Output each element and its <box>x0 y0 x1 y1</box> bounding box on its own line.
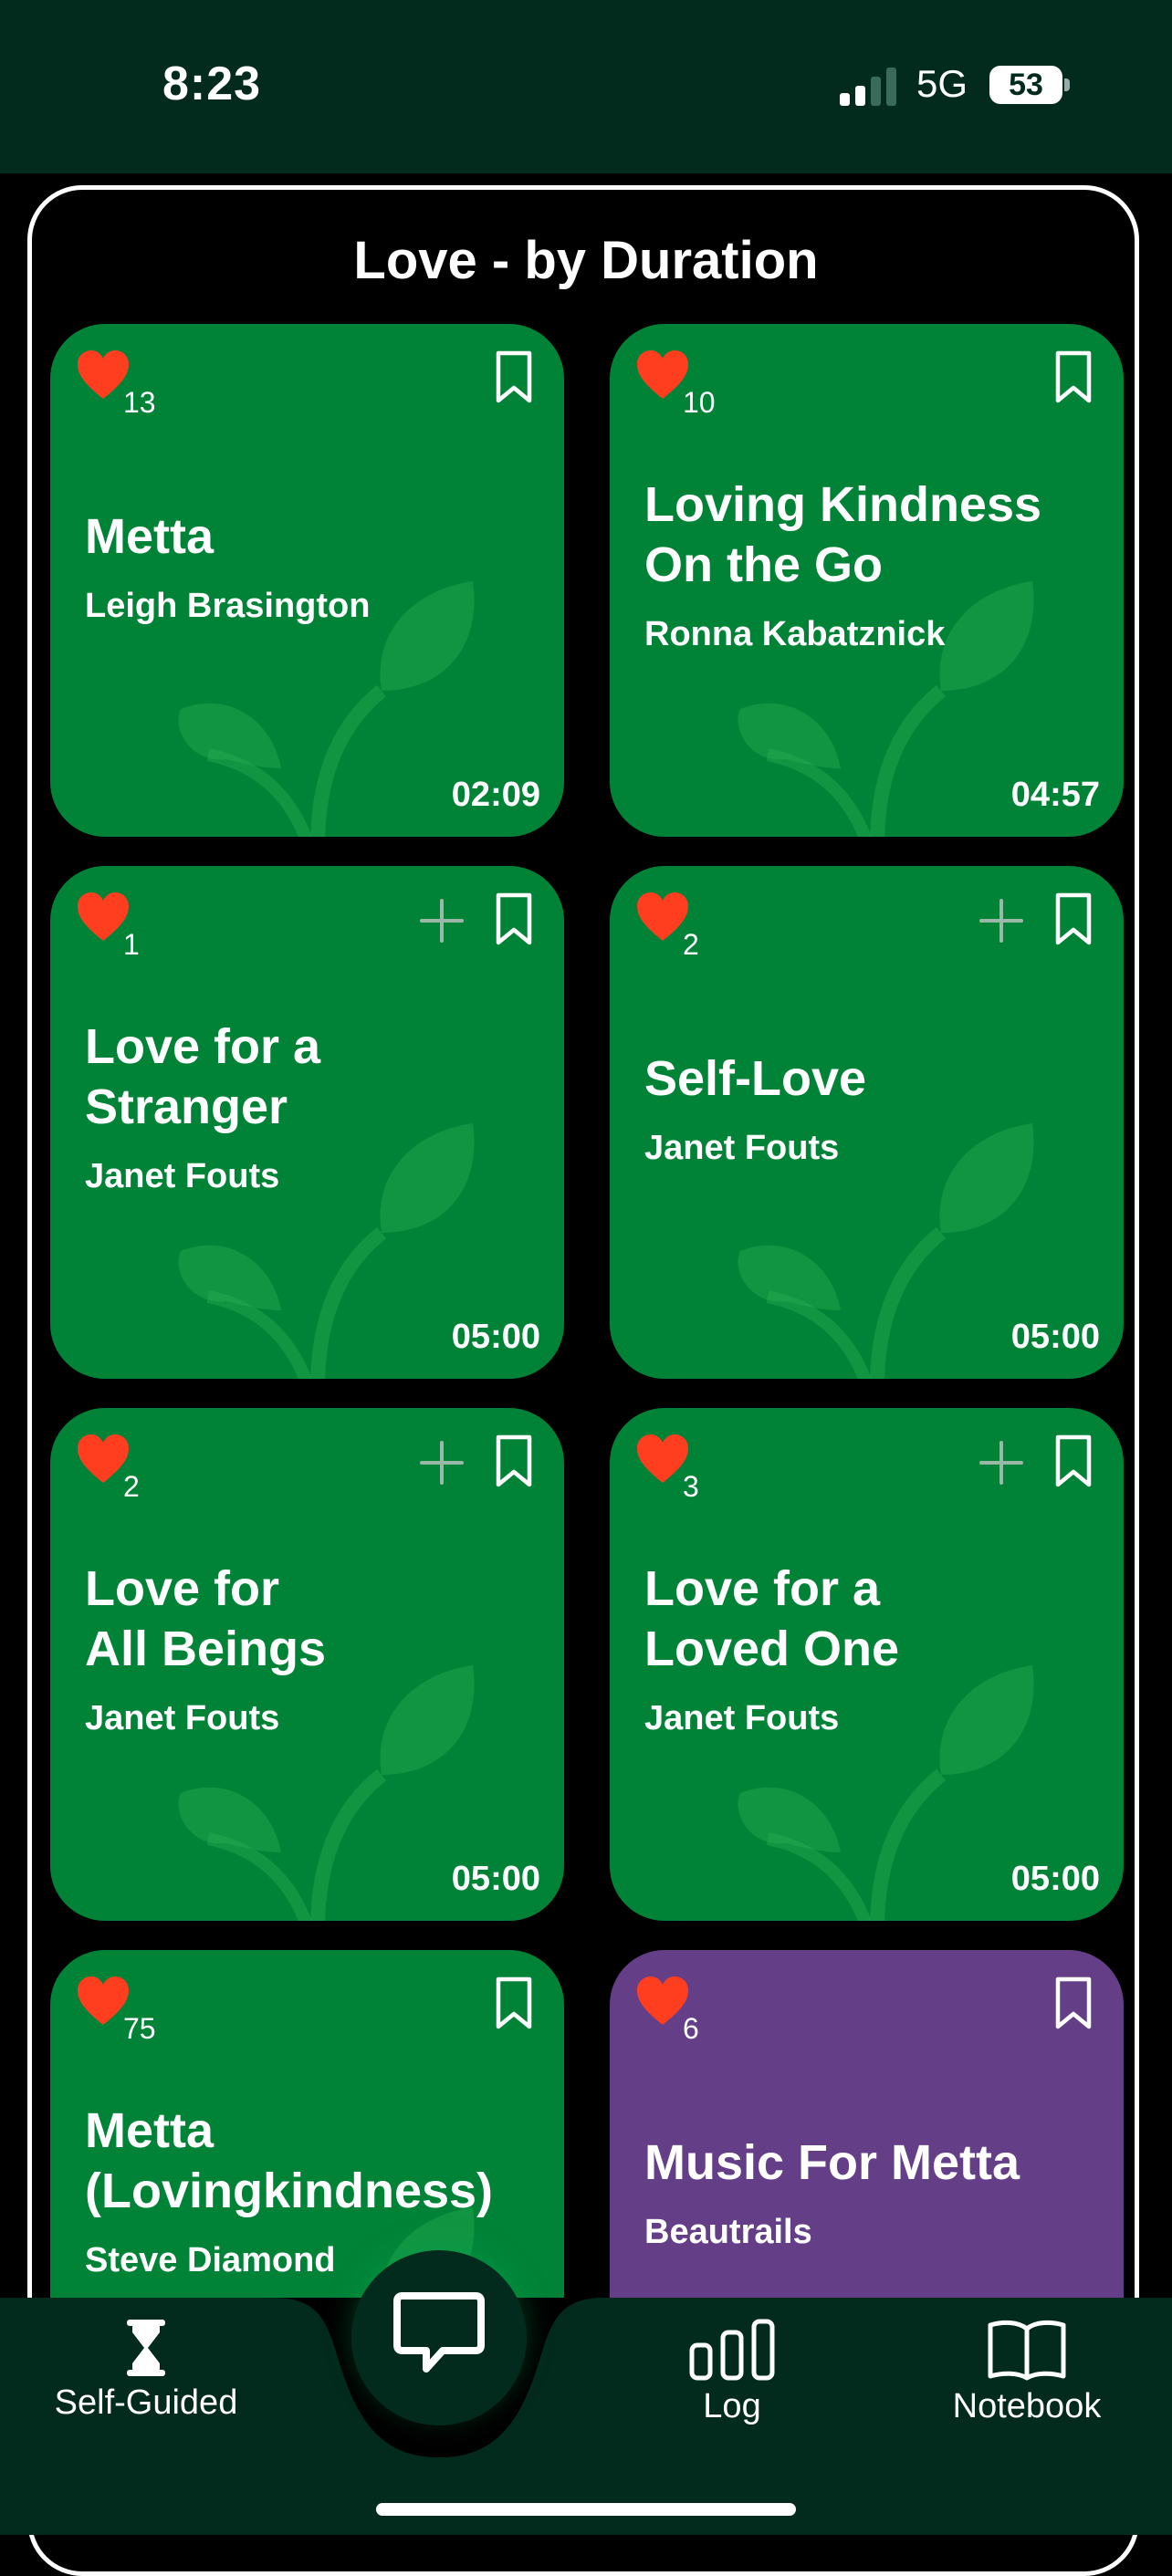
card-author: Steve Diamond <box>85 2241 336 2279</box>
card-duration: 05:00 <box>451 1860 540 1898</box>
add-icon[interactable] <box>420 899 464 943</box>
card-author: Janet Fouts <box>644 1699 840 1737</box>
meditation-card[interactable]: 3 Love for a Loved One Janet Fouts 05:00 <box>610 1408 1124 1921</box>
card-author: Janet Fouts <box>85 1157 280 1195</box>
bookmark-icon[interactable] <box>495 1434 533 1488</box>
heart-icon[interactable] <box>635 349 690 401</box>
chat-bubble-icon <box>393 2292 485 2373</box>
like-count: 1 <box>123 928 140 961</box>
card-title: Loving Kindness On the Go <box>644 477 1042 592</box>
card-author: Leigh Brasington <box>85 587 371 625</box>
tab-notebook[interactable]: Notebook <box>922 2318 1132 2426</box>
card-author: Beautrails <box>644 2213 812 2251</box>
like-count: 75 <box>123 2012 156 2045</box>
card-duration: 04:57 <box>1010 776 1100 814</box>
heart-icon[interactable] <box>76 1976 131 2027</box>
card-author: Ronna Kabatznick <box>644 615 946 653</box>
bookmark-icon[interactable] <box>495 1976 533 2030</box>
meditation-grid: 13 Metta Leigh Brasington 02:09 10 Loving Ki… <box>0 0 1172 2298</box>
meditation-card[interactable]: 6 Music For Metta Beautrails <box>610 1950 1124 2298</box>
like-count: 2 <box>683 928 699 961</box>
add-icon[interactable] <box>979 899 1023 943</box>
meditation-card[interactable]: 13 Metta Leigh Brasington 02:09 <box>50 324 564 837</box>
card-duration: 02:09 <box>451 776 540 814</box>
heart-icon[interactable] <box>76 892 131 943</box>
heart-icon[interactable] <box>76 1434 131 1485</box>
meditation-card[interactable]: 75 Metta (Lovingkindness) Steve Diamond <box>50 1950 564 2298</box>
meditation-card[interactable]: 1 Love for a Stranger Janet Fouts 05:00 <box>50 866 564 1379</box>
book-icon <box>988 2320 1066 2381</box>
bookmark-icon[interactable] <box>495 349 533 404</box>
card-title: Music For Metta <box>644 2135 1020 2190</box>
card-title: Love for a Stranger <box>85 1019 321 1134</box>
tab-label: Self-Guided <box>54 2383 238 2422</box>
card-title: Love for a Loved One <box>644 1561 900 1676</box>
like-count: 6 <box>683 2012 699 2045</box>
tab-self-guided[interactable]: Self-Guided <box>37 2318 256 2423</box>
bookmark-icon[interactable] <box>1054 892 1093 946</box>
hourglass-icon <box>127 2320 165 2376</box>
add-icon[interactable] <box>979 1441 1023 1485</box>
card-duration: 05:00 <box>451 1318 540 1356</box>
bar-chart-icon <box>689 2319 775 2381</box>
card-title: Metta <box>85 509 215 564</box>
card-duration: 05:00 <box>1010 1860 1100 1898</box>
chat-button[interactable] <box>351 2250 527 2425</box>
like-count: 2 <box>123 1470 140 1503</box>
heart-icon[interactable] <box>635 1976 690 2027</box>
tab-label: Notebook <box>952 2387 1102 2425</box>
add-icon[interactable] <box>420 1441 464 1485</box>
heart-icon[interactable] <box>635 892 690 943</box>
heart-icon[interactable] <box>76 349 131 401</box>
like-count: 3 <box>683 1470 699 1503</box>
bookmark-icon[interactable] <box>1054 1976 1093 2030</box>
like-count: 13 <box>123 386 156 419</box>
meditation-card[interactable]: 2 Self-Love Janet Fouts 05:00 <box>610 866 1124 1379</box>
tab-log[interactable]: Log <box>641 2318 823 2426</box>
card-author: Janet Fouts <box>644 1129 840 1167</box>
bookmark-icon[interactable] <box>1054 1434 1093 1488</box>
like-count: 10 <box>683 386 716 419</box>
card-title: Metta (Lovingkindness) <box>85 2103 494 2218</box>
heart-icon[interactable] <box>635 1434 690 1485</box>
card-title: Self-Love <box>644 1051 867 1106</box>
card-author: Janet Fouts <box>85 1699 280 1737</box>
meditation-card[interactable]: 10 Loving Kindness On the Go Ronna Kabatzn… <box>610 324 1124 837</box>
card-title: Love for All Beings <box>85 1561 327 1676</box>
home-indicator <box>376 2503 796 2516</box>
tab-label: Log <box>703 2387 761 2425</box>
meditation-card[interactable]: 2 Love for All Beings Janet Fouts 05:00 <box>50 1408 564 1921</box>
bookmark-icon[interactable] <box>1054 349 1093 404</box>
card-duration: 05:00 <box>1010 1318 1100 1356</box>
bookmark-icon[interactable] <box>495 892 533 946</box>
